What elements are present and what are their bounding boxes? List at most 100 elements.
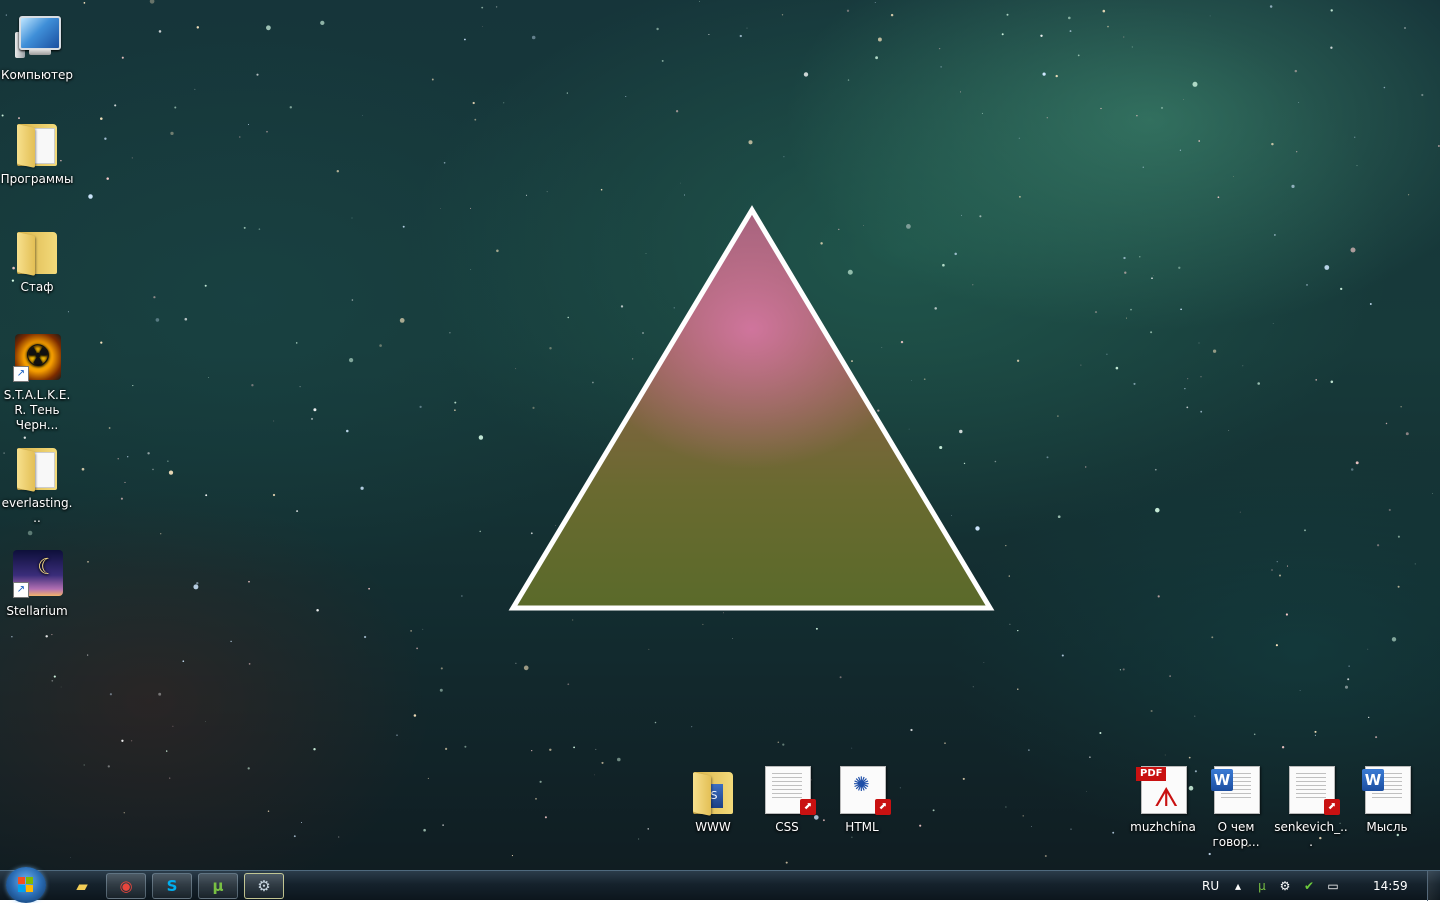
star bbox=[362, 115, 364, 116]
show-hidden-icon[interactable]: ▴ bbox=[1231, 879, 1245, 893]
star bbox=[166, 750, 168, 752]
star bbox=[1126, 317, 1127, 319]
security-tray-icon[interactable]: ✔ bbox=[1302, 879, 1316, 893]
network-icon[interactable]: ▭ bbox=[1326, 879, 1340, 893]
everlasting-folder[interactable]: everlasting... bbox=[0, 442, 74, 526]
staff-folder[interactable]: Стаф bbox=[0, 226, 74, 295]
star bbox=[785, 861, 788, 864]
start-button[interactable] bbox=[6, 867, 46, 903]
star bbox=[346, 429, 349, 433]
star bbox=[1271, 569, 1273, 571]
stellarium-shortcut[interactable]: ☾ ↗ Stellarium bbox=[0, 550, 74, 619]
star bbox=[1285, 613, 1288, 616]
star bbox=[351, 299, 354, 301]
star bbox=[1070, 828, 1072, 830]
icon-label: muzhchina bbox=[1130, 820, 1196, 834]
star bbox=[363, 635, 367, 639]
star bbox=[1084, 466, 1087, 468]
www-folder[interactable]: S WWW bbox=[676, 766, 750, 835]
star bbox=[27, 530, 33, 536]
star bbox=[320, 20, 325, 26]
star bbox=[1106, 353, 1108, 355]
word-document-icon: W bbox=[1362, 766, 1411, 816]
star bbox=[1299, 690, 1301, 691]
icon-label: Компьютер bbox=[1, 68, 73, 82]
star bbox=[1008, 575, 1010, 577]
css-pdf-file[interactable]: ⬈ CSS bbox=[750, 766, 824, 835]
star bbox=[296, 510, 299, 513]
star bbox=[127, 456, 129, 458]
star bbox=[413, 714, 417, 717]
star bbox=[1397, 585, 1400, 588]
skype-button[interactable]: S bbox=[152, 873, 192, 899]
star bbox=[196, 26, 200, 29]
language-indicator[interactable]: RU bbox=[1202, 871, 1219, 901]
star bbox=[803, 72, 809, 77]
star bbox=[1179, 149, 1182, 151]
star bbox=[266, 130, 268, 133]
explorer-button[interactable]: ▰ bbox=[62, 873, 102, 899]
star bbox=[1102, 9, 1106, 13]
stalker-shortcut[interactable]: ☢ ↗ S.T.A.L.K.E.R. Тень Черн... bbox=[0, 334, 74, 433]
star bbox=[846, 9, 850, 12]
star bbox=[1274, 234, 1276, 236]
star bbox=[566, 92, 568, 94]
star bbox=[1153, 275, 1154, 276]
star bbox=[482, 26, 484, 27]
utorrent-tray-icon[interactable]: µ bbox=[1255, 879, 1269, 893]
star bbox=[1100, 107, 1102, 110]
star bbox=[396, 734, 398, 737]
o-chem-govor-word-file[interactable]: W О чем говор... bbox=[1199, 766, 1273, 850]
star bbox=[875, 56, 878, 60]
star bbox=[158, 692, 162, 696]
html-pdf-file[interactable]: ✺ ⬈ HTML bbox=[825, 766, 899, 835]
steam-tray-icon[interactable]: ⚙ bbox=[1278, 879, 1292, 893]
show-desktop-button[interactable] bbox=[1427, 871, 1440, 901]
star bbox=[273, 420, 275, 422]
programs-folder[interactable]: Программы bbox=[0, 118, 74, 187]
star bbox=[121, 739, 124, 742]
computer-icon-shortcut[interactable]: Компьютер bbox=[0, 14, 74, 83]
star bbox=[1408, 194, 1410, 196]
clock[interactable]: 14:59 bbox=[1373, 871, 1408, 901]
steam-button[interactable]: ⚙ bbox=[244, 873, 284, 899]
icon-label: HTML bbox=[845, 820, 879, 834]
star bbox=[1200, 376, 1202, 378]
star bbox=[83, 2, 86, 4]
mysl-word-file[interactable]: W Мысль bbox=[1350, 766, 1424, 835]
star bbox=[877, 37, 882, 42]
chrome-button[interactable]: ◉ bbox=[106, 873, 146, 899]
star bbox=[316, 608, 319, 612]
star bbox=[1298, 101, 1300, 103]
star bbox=[422, 628, 424, 630]
star bbox=[1304, 529, 1306, 532]
utorrent-button[interactable]: µ bbox=[198, 873, 238, 899]
senkevich-pdf-file[interactable]: ⬈ senkevich_... bbox=[1274, 766, 1348, 850]
star bbox=[944, 742, 946, 744]
star bbox=[1315, 379, 1318, 381]
star bbox=[661, 59, 664, 62]
star bbox=[440, 667, 443, 670]
star bbox=[172, 725, 174, 727]
star bbox=[983, 661, 985, 663]
star bbox=[147, 452, 150, 455]
star bbox=[100, 341, 103, 344]
star bbox=[472, 101, 475, 105]
computer-icon bbox=[13, 14, 61, 64]
star bbox=[1122, 668, 1125, 671]
muzhchina-pdf-file[interactable]: PDF ᗑ muzhchina bbox=[1126, 766, 1200, 835]
star bbox=[1376, 544, 1380, 547]
star bbox=[1112, 831, 1115, 834]
star bbox=[338, 836, 340, 838]
star bbox=[1257, 382, 1260, 385]
star bbox=[1031, 826, 1033, 828]
star bbox=[196, 582, 199, 585]
star bbox=[567, 683, 570, 686]
star bbox=[1286, 565, 1289, 567]
star bbox=[847, 79, 850, 81]
star bbox=[890, 13, 894, 17]
star bbox=[1022, 815, 1024, 817]
star bbox=[1040, 34, 1043, 37]
star bbox=[698, 0, 701, 2]
star bbox=[169, 777, 171, 779]
